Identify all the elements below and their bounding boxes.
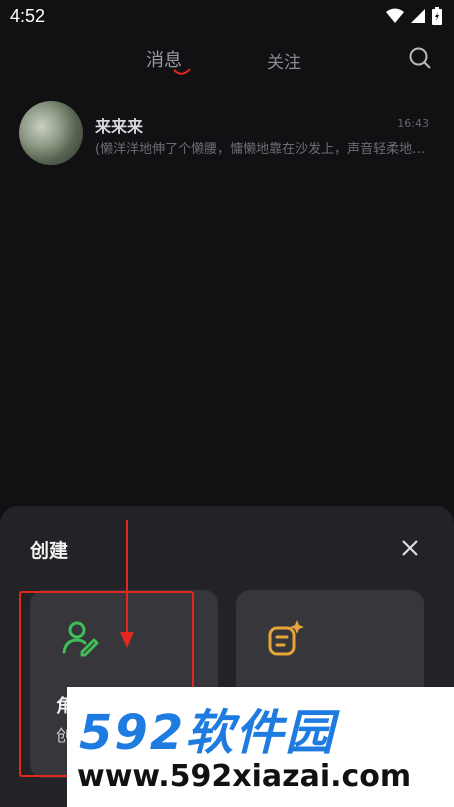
annotation-arrow — [120, 520, 134, 648]
tab-follow[interactable]: 关注 — [267, 48, 301, 73]
avatar — [19, 101, 83, 165]
conversation-name: 来来来 — [95, 117, 144, 136]
signal-icon — [411, 9, 425, 23]
search-icon[interactable] — [408, 46, 432, 70]
battery-icon — [432, 7, 442, 25]
top-nav: 消息 关注 — [0, 40, 454, 80]
watermark: 592软件园 www.592xiazai.com — [67, 687, 454, 807]
watermark-brand: 592软件园 — [79, 705, 336, 761]
document-sparkle-icon — [268, 620, 304, 656]
conversation-preview: (懒洋洋地伸了个懒腰，慵懒地靠在沙发上，声音轻柔地… — [95, 142, 426, 157]
watermark-url: www.592xiazai.com — [77, 759, 412, 794]
status-bar: 4:52 — [0, 0, 454, 34]
status-icons — [386, 7, 442, 25]
status-time: 4:52 — [10, 6, 46, 26]
close-icon[interactable] — [400, 538, 420, 558]
conversation-time: 16:43 — [397, 117, 429, 130]
wifi-icon — [386, 8, 404, 23]
sheet-title: 创建 — [30, 540, 69, 562]
conversation-item[interactable]: 来来来 16:43 (懒洋洋地伸了个懒腰，慵懒地靠在沙发上，声音轻柔地… — [0, 98, 454, 170]
tab-active-indicator — [173, 68, 191, 75]
user-edit-icon — [62, 621, 99, 657]
